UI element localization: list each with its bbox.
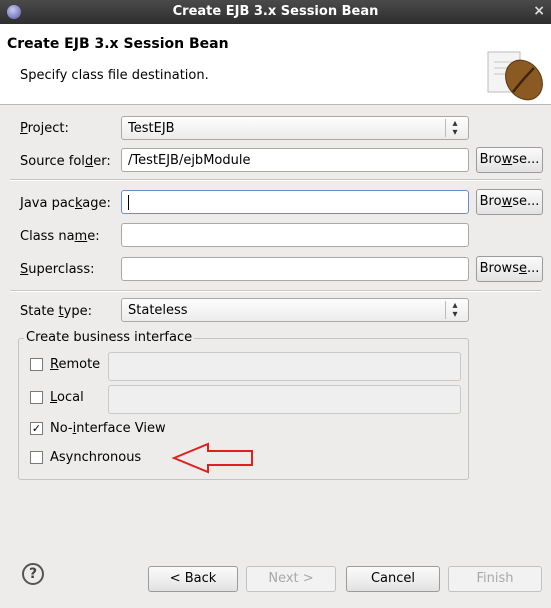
state-type-value: Stateless bbox=[128, 303, 188, 318]
back-button[interactable]: < Back bbox=[148, 566, 238, 592]
browse-package-button[interactable]: Browse... bbox=[476, 189, 543, 215]
source-folder-field[interactable]: /TestEJB/ejbModule bbox=[121, 148, 469, 172]
superclass-field[interactable] bbox=[121, 257, 469, 281]
asynchronous-checkbox[interactable] bbox=[30, 451, 43, 464]
next-button[interactable]: Next > bbox=[246, 566, 336, 592]
no-interface-label: No-interface View bbox=[50, 421, 166, 436]
remote-checkbox[interactable] bbox=[30, 358, 43, 371]
remote-interface-field bbox=[108, 352, 461, 381]
state-type-combo[interactable]: Stateless ▴ ▾ bbox=[121, 298, 469, 322]
window-titlebar: Create EJB 3.x Session Bean × bbox=[0, 0, 551, 24]
superclass-label: Superclass: bbox=[20, 262, 95, 277]
window-title: Create EJB 3.x Session Bean bbox=[172, 4, 379, 19]
local-interface-field bbox=[108, 385, 461, 414]
cancel-button[interactable]: Cancel bbox=[346, 566, 440, 592]
annotation-arrow-icon bbox=[171, 442, 253, 474]
class-name-label: Class name: bbox=[20, 229, 100, 244]
class-name-field[interactable] bbox=[121, 223, 469, 247]
state-type-label: State type: bbox=[20, 304, 92, 319]
wizard-title: Create EJB 3.x Session Bean bbox=[7, 36, 229, 52]
java-package-label: Java package: bbox=[20, 196, 111, 211]
coffee-bean-icon bbox=[487, 51, 543, 101]
spinner-icon: ▴ ▾ bbox=[445, 301, 464, 320]
browse-superclass-button[interactable]: Browse... bbox=[476, 256, 543, 282]
separator bbox=[10, 179, 541, 181]
spinner-icon: ▴ ▾ bbox=[445, 119, 464, 138]
text-cursor bbox=[128, 195, 129, 210]
source-folder-value: /TestEJB/ejbModule bbox=[128, 153, 251, 168]
project-label: Project: bbox=[20, 121, 69, 136]
no-interface-checkbox[interactable]: ✓ bbox=[30, 422, 43, 435]
help-icon[interactable]: ? bbox=[22, 563, 44, 585]
remote-label: Remote bbox=[50, 357, 101, 372]
wizard-subtitle: Specify class file destination. bbox=[20, 68, 209, 83]
project-combo[interactable]: TestEJB ▴ ▾ bbox=[121, 116, 469, 140]
project-value: TestEJB bbox=[128, 121, 175, 136]
local-label: Local bbox=[50, 390, 84, 405]
asynchronous-label: Asynchronous bbox=[50, 450, 142, 465]
finish-button[interactable]: Finish bbox=[448, 566, 542, 592]
separator bbox=[10, 290, 541, 292]
close-icon[interactable]: × bbox=[533, 3, 545, 19]
java-package-field[interactable] bbox=[121, 190, 469, 214]
source-folder-label: Source folder: bbox=[20, 154, 111, 169]
local-checkbox[interactable] bbox=[30, 391, 43, 404]
group-label: Create business interface bbox=[24, 330, 195, 345]
browse-source-button[interactable]: Browse... bbox=[476, 147, 543, 173]
wizard-header: Create EJB 3.x Session Bean Specify clas… bbox=[0, 24, 551, 105]
